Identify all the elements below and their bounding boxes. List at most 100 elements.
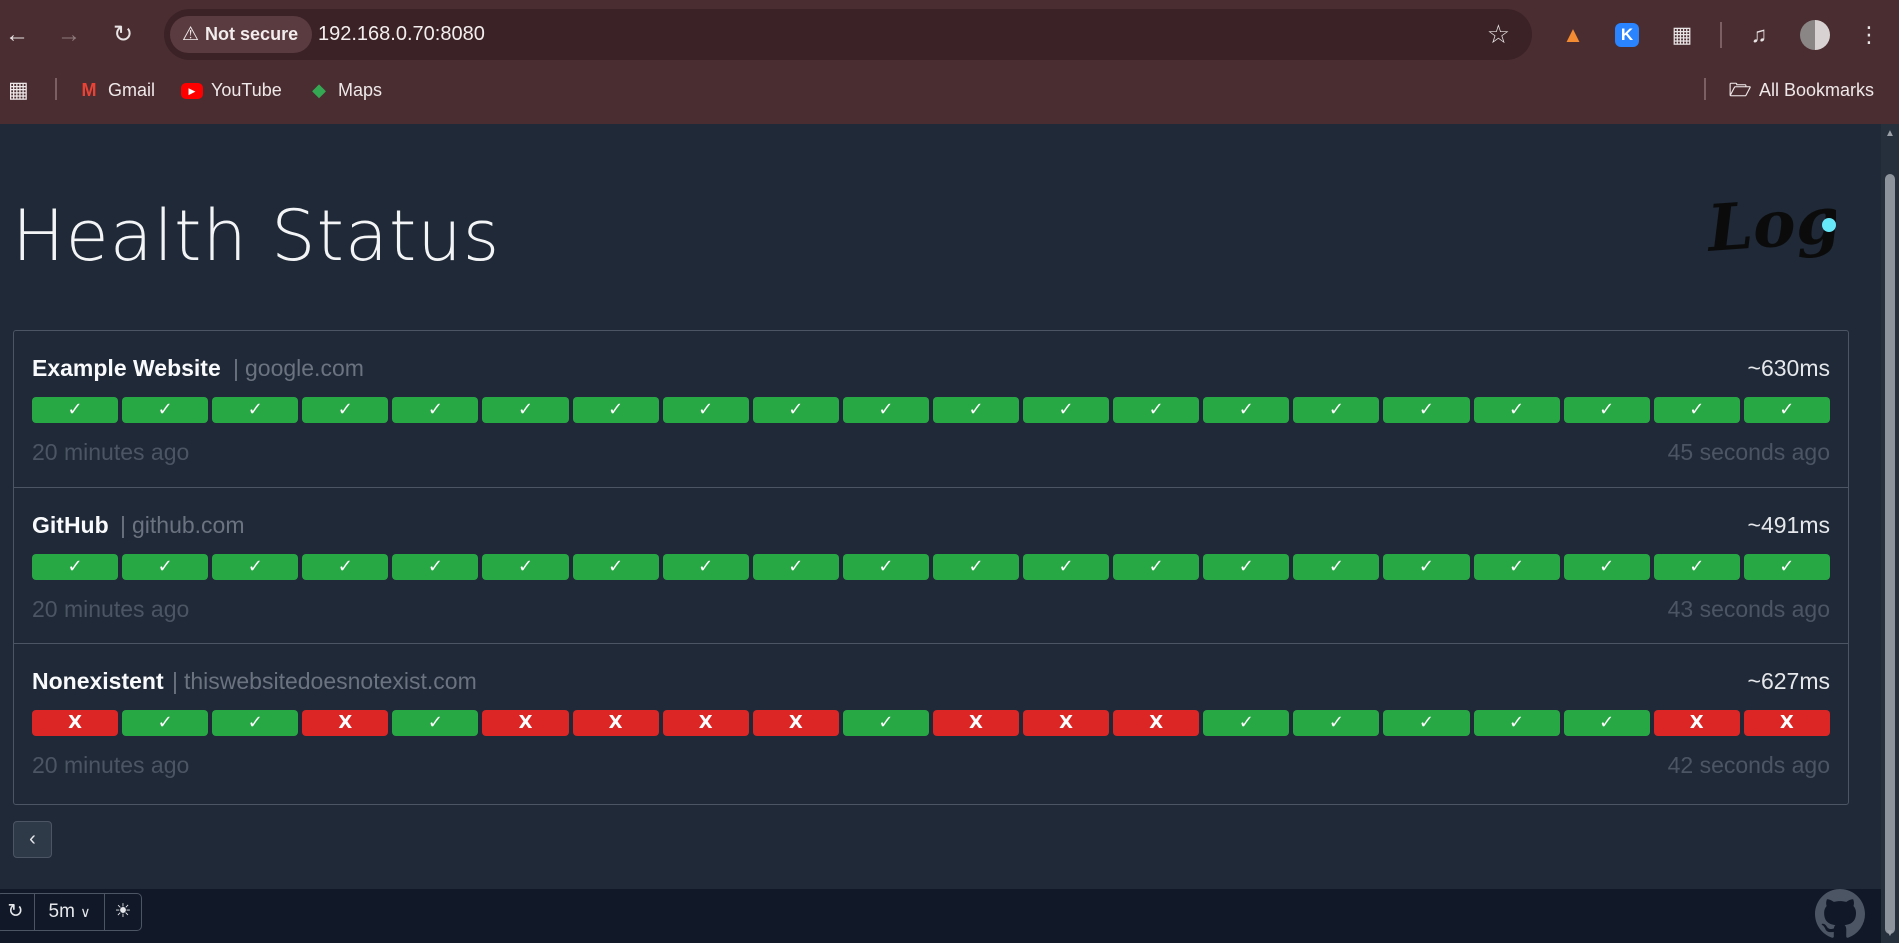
result-failure[interactable]: X (1113, 710, 1200, 736)
service-latency: ~491ms (1747, 512, 1830, 538)
result-failure[interactable]: X (932, 710, 1020, 736)
service-name: GitHub (32, 512, 109, 538)
bookmark-youtube[interactable]: ▶ YouTube (181, 78, 282, 102)
theme-toggle-button[interactable]: ☀ (105, 894, 141, 930)
result-success[interactable]: ✓ (1383, 554, 1470, 580)
page-scrollbar[interactable]: ▲ ▼ (1881, 124, 1899, 943)
result-bars: ✓ ✓ ✓ ✓ ✓ ✓ ✓ ✓ ✓ ✓ ✓ ✓ ✓ ✓ ✓ ✓ ✓ ✓ ✓ ✓ (32, 397, 1830, 423)
result-success[interactable]: ✓ (1293, 397, 1380, 423)
scroll-thumb[interactable] (1885, 174, 1895, 934)
result-success[interactable]: ✓ (752, 397, 839, 423)
result-failure[interactable]: X (662, 710, 749, 736)
result-success[interactable]: ✓ (842, 554, 929, 580)
extensions-puzzle-icon[interactable]: ▦ (1667, 20, 1697, 50)
result-success[interactable]: ✓ (1473, 397, 1560, 423)
result-success[interactable]: ✓ (212, 710, 299, 736)
result-success[interactable]: ✓ (1113, 397, 1200, 423)
bookmarks-bar: ▦ M Gmail ▶ YouTube ◆ Maps 🗁 All Bookmarks (0, 70, 1899, 110)
result-success[interactable]: ✓ (752, 554, 839, 580)
result-success[interactable]: ✓ (392, 710, 479, 736)
scroll-up-icon[interactable]: ▲ (1884, 128, 1896, 139)
result-failure[interactable]: X (572, 710, 659, 736)
result-success[interactable]: ✓ (1473, 554, 1560, 580)
result-success[interactable]: ✓ (1743, 554, 1830, 580)
bookmark-star-icon[interactable]: ☆ (1487, 19, 1510, 49)
result-success[interactable]: ✓ (302, 397, 389, 423)
result-success[interactable]: ✓ (1473, 710, 1560, 736)
result-success[interactable]: ✓ (1563, 710, 1650, 736)
result-success[interactable]: ✓ (1293, 710, 1380, 736)
refresh-interval-select[interactable]: 5m ∨ (35, 894, 105, 930)
result-success[interactable]: ✓ (482, 397, 569, 423)
result-success[interactable]: ✓ (932, 397, 1020, 423)
github-icon[interactable] (1815, 889, 1865, 939)
reload-icon[interactable]: ↻ (106, 18, 140, 52)
metamask-fox-icon[interactable]: ▲ (1558, 20, 1588, 50)
result-failure[interactable]: X (1743, 710, 1830, 736)
result-success[interactable]: ✓ (122, 710, 209, 736)
url-text[interactable]: 192.168.0.70:8080 (318, 23, 485, 46)
result-success[interactable]: ✓ (1383, 397, 1470, 423)
result-bars: X ✓ ✓ X ✓ X X X X ✓ X X X ✓ ✓ ✓ ✓ ✓ X X (32, 710, 1830, 736)
result-failure[interactable]: X (482, 710, 569, 736)
extension-k-icon[interactable]: K (1615, 23, 1639, 47)
result-success[interactable]: ✓ (842, 710, 929, 736)
result-success[interactable]: ✓ (392, 397, 479, 423)
result-success[interactable]: ✓ (1023, 554, 1110, 580)
result-success[interactable]: ✓ (1203, 554, 1290, 580)
warning-icon: ⚠ (182, 24, 200, 45)
result-success[interactable]: ✓ (122, 554, 209, 580)
result-failure[interactable]: X (1023, 710, 1110, 736)
result-success[interactable]: ✓ (932, 554, 1020, 580)
result-success[interactable]: ✓ (1563, 397, 1650, 423)
browser-menu-icon[interactable]: ⋮ (1854, 20, 1884, 50)
result-success[interactable]: ✓ (842, 397, 929, 423)
result-success[interactable]: ✓ (1563, 554, 1650, 580)
result-success[interactable]: ✓ (572, 397, 659, 423)
result-success[interactable]: ✓ (392, 554, 479, 580)
result-success[interactable]: ✓ (482, 554, 569, 580)
oldest-result-time: 20 minutes ago (32, 752, 190, 778)
result-success[interactable]: ✓ (662, 397, 749, 423)
bookmark-label: YouTube (211, 80, 282, 100)
result-success[interactable]: ✓ (212, 554, 299, 580)
refresh-toggle-button[interactable]: ↻ (0, 894, 35, 930)
result-success[interactable]: ✓ (662, 554, 749, 580)
result-success[interactable]: ✓ (1743, 397, 1830, 423)
apps-grid-icon[interactable]: ▦ (8, 78, 29, 102)
result-success[interactable]: ✓ (212, 397, 299, 423)
service-host: | thiswebsitedoesnotexist.com (172, 668, 477, 694)
forward-icon[interactable]: → (52, 18, 86, 52)
result-success[interactable]: ✓ (32, 397, 119, 423)
result-success[interactable]: ✓ (1023, 397, 1110, 423)
result-failure[interactable]: X (1653, 710, 1740, 736)
result-success[interactable]: ✓ (32, 554, 119, 580)
service-card: Example Website | google.com ~630ms ✓ ✓ ✓ ✓ ✓… (14, 331, 1848, 487)
result-success[interactable]: ✓ (1383, 710, 1470, 736)
media-controls-icon[interactable]: ♫ (1744, 20, 1774, 50)
security-indicator[interactable]: ⚠ Not secure (170, 16, 313, 53)
newest-result-time: 43 seconds ago (1667, 596, 1830, 622)
logo-dot (1822, 218, 1836, 232)
result-success[interactable]: ✓ (1113, 554, 1200, 580)
bookmark-maps[interactable]: ◆ Maps (308, 78, 382, 102)
address-bar[interactable]: ⚠ Not secure 192.168.0.70:8080 ☆ (164, 9, 1532, 60)
result-failure[interactable]: X (302, 710, 389, 736)
result-success[interactable]: ✓ (572, 554, 659, 580)
previous-page-button[interactable]: ‹ (13, 821, 52, 858)
result-success[interactable]: ✓ (302, 554, 389, 580)
result-success[interactable]: ✓ (1203, 710, 1290, 736)
all-bookmarks[interactable]: 🗁 All Bookmarks (1729, 78, 1874, 102)
result-success[interactable]: ✓ (122, 397, 209, 423)
result-failure[interactable]: X (32, 710, 119, 736)
profile-avatar[interactable] (1800, 20, 1830, 50)
result-success[interactable]: ✓ (1293, 554, 1380, 580)
service-latency: ~627ms (1747, 668, 1830, 694)
result-success[interactable]: ✓ (1653, 554, 1740, 580)
back-icon[interactable]: ← (0, 18, 34, 52)
result-failure[interactable]: X (752, 710, 839, 736)
result-success[interactable]: ✓ (1203, 397, 1290, 423)
bookmark-gmail[interactable]: M Gmail (78, 78, 156, 102)
result-success[interactable]: ✓ (1653, 397, 1740, 423)
scroll-down-icon[interactable]: ▼ (1884, 928, 1896, 939)
